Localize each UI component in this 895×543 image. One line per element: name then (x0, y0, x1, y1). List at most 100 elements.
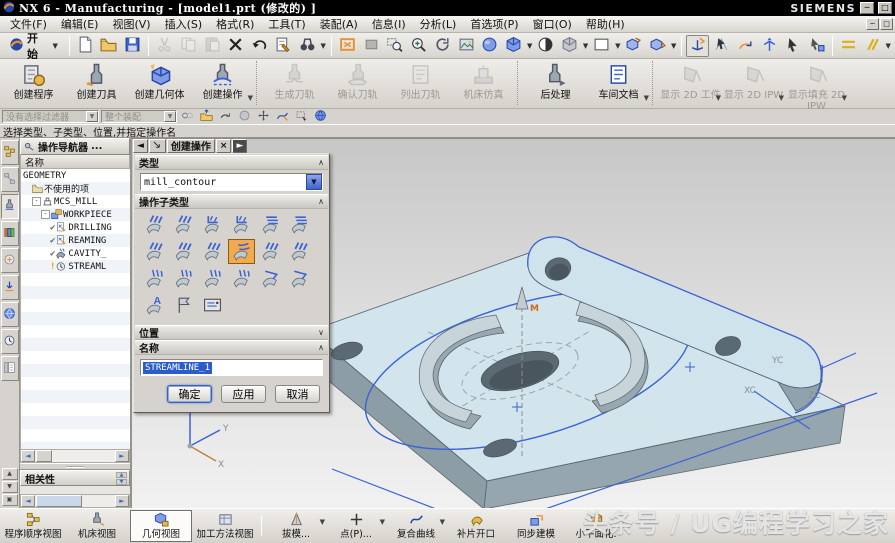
tree-row[interactable]: -WORKPIECE (21, 208, 130, 221)
save-button[interactable] (121, 35, 144, 57)
navigator-column-header[interactable]: 名称 (20, 155, 130, 169)
document-minimize-button[interactable]: ─ (866, 18, 879, 30)
navigator-hscrollbar[interactable]: ◄ ► (20, 449, 130, 463)
constraint-navigator-tab[interactable] (1, 167, 19, 192)
scroll-up-icon[interactable]: ▲ (2, 468, 18, 480)
flowcut-ref-subtype-button[interactable] (199, 266, 226, 291)
maximize-button[interactable]: □ (878, 2, 892, 14)
open-folder-button[interactable] (98, 35, 121, 57)
cursor-select-button[interactable] (781, 35, 804, 57)
expand-icon[interactable]: ∨ (318, 328, 324, 337)
shop-documentation-button[interactable]: 车间文档▼ (587, 60, 650, 107)
draft-button[interactable]: 拔模...▼ (267, 510, 325, 542)
zlevel-corner-subtype-button[interactable] (286, 212, 313, 237)
ok-button[interactable]: 确定 (167, 385, 212, 403)
scroll-end-icon[interactable]: ▣ (2, 494, 18, 506)
dropdown-caret-icon[interactable]: ▼ (440, 517, 445, 527)
scroll-thumb[interactable] (36, 450, 52, 462)
operation-type-combo[interactable]: mill_contour ▼ (140, 173, 323, 191)
window-cube-b-button[interactable] (646, 35, 669, 57)
program-order-view-button[interactable]: 程序顺序视图 (2, 510, 64, 542)
combo-dropdown-icon[interactable]: ▼ (306, 174, 322, 190)
postprocess-button[interactable]: 后处理 (524, 60, 587, 107)
create-tool-button[interactable]: 创建刀具 (65, 60, 128, 107)
gray-cube-button[interactable] (558, 35, 581, 57)
dir-steep-subtype-button[interactable] (286, 239, 313, 264)
non-steep-subtype-button[interactable] (257, 239, 284, 264)
dropdown-caret-icon[interactable]: ▼ (320, 517, 325, 527)
snap-handle-button[interactable] (710, 35, 733, 57)
hd3d-tool-tab[interactable] (1, 248, 19, 273)
contour-area-subtype-button[interactable] (170, 239, 197, 264)
flowcut-multi-subtype-button[interactable] (170, 266, 197, 291)
scroll-left-icon[interactable]: ◄ (21, 450, 35, 462)
new-file-button[interactable] (74, 35, 97, 57)
dropdown-caret-icon[interactable]: ▼ (582, 42, 589, 50)
corner-rough-subtype-button[interactable] (199, 212, 226, 237)
dropdown-caret-icon[interactable]: ▼ (779, 93, 784, 104)
menu-format[interactable]: 格式(R) (209, 15, 261, 33)
dialog-title[interactable]: 创建操作 (167, 139, 215, 153)
menu-help[interactable]: 帮助(H) (579, 15, 632, 33)
mill-control-subtype-button[interactable] (199, 293, 226, 318)
geometry-view-button[interactable]: 几何视图 (130, 510, 192, 542)
shaded-cube-button[interactable] (502, 35, 525, 57)
zoom-inout-button[interactable] (407, 35, 430, 57)
expand-up-icon[interactable]: ▲ (116, 472, 127, 478)
subtype-section-header[interactable]: 操作子类型 ∧ (135, 194, 328, 209)
half-section-button[interactable] (534, 35, 557, 57)
minimize-button[interactable]: ─ (860, 2, 874, 14)
dialog-forward-button[interactable]: ► (232, 139, 247, 153)
history-tab[interactable] (1, 329, 19, 354)
gray-ball-button[interactable] (236, 110, 253, 124)
tree-row[interactable]: ✔REAMING (21, 234, 130, 247)
apply-button[interactable]: 应用 (221, 385, 266, 403)
snap-orient-button[interactable] (686, 35, 709, 57)
snap-circles-button[interactable] (179, 110, 196, 124)
dropdown-caret-icon[interactable]: ▼ (380, 517, 385, 527)
type-section-header[interactable]: 类型 ∧ (135, 155, 328, 170)
folder-up-button[interactable] (198, 110, 215, 124)
contour-text-subtype-button[interactable]: A (141, 293, 168, 318)
shaded-sphere-button[interactable] (478, 35, 501, 57)
surface-area-subtype-button[interactable] (199, 239, 226, 264)
create-geometry-button[interactable]: 创建几何体 (128, 60, 191, 107)
profile-3d-subtype-button[interactable] (257, 266, 284, 291)
point-button[interactable]: 点(P)...▼ (327, 510, 385, 542)
cancel-button[interactable]: 取消 (275, 385, 320, 403)
collapse-icon[interactable]: ∧ (318, 343, 324, 352)
cursor-snap-button[interactable] (805, 35, 828, 57)
dropdown-caret-icon[interactable]: ▼ (885, 42, 892, 50)
machine-tool-view-button[interactable]: 机床视图 (66, 510, 128, 542)
download-tool-tab[interactable] (1, 275, 19, 300)
patch-opening-button[interactable]: 补片开口 (447, 510, 505, 542)
method-view-button[interactable]: 加工方法视图 (194, 510, 256, 542)
tree-expander-icon[interactable]: - (32, 197, 41, 206)
tree-row[interactable]: !STREAML (21, 260, 130, 273)
fixed-contour-subtype-button[interactable] (141, 239, 168, 264)
menu-view[interactable]: 视图(V) (105, 15, 157, 33)
operation-name-input[interactable]: STREAMLINE_1 (140, 359, 323, 376)
scroll-right-icon[interactable]: ► (115, 495, 129, 507)
diagonal-lines-button[interactable] (861, 35, 884, 57)
dropdown-caret-icon[interactable]: ▼ (319, 42, 326, 50)
earth-blue-button[interactable] (312, 110, 329, 124)
collapse-icon[interactable]: ∧ (318, 197, 324, 206)
drag-arrows-button[interactable] (255, 110, 272, 124)
zoom-window-button[interactable] (383, 35, 406, 57)
create-operation-button[interactable]: 创建操作▼ (191, 60, 254, 107)
location-section-header[interactable]: 位置 ∨ (135, 325, 328, 340)
tree-row[interactable]: ✔CAVITY_ (21, 247, 130, 260)
dialog-drag-icon[interactable] (149, 139, 166, 153)
document-restore-button[interactable]: □ (880, 18, 893, 30)
expand-down-icon[interactable]: ▼ (116, 479, 127, 485)
menu-assemblies[interactable]: 装配(A) (313, 15, 365, 33)
dropdown-caret-icon[interactable]: ▼ (248, 93, 253, 104)
scroll-thumb[interactable] (36, 495, 82, 507)
web-browser-tab[interactable] (1, 302, 19, 327)
measure-lines-button[interactable] (837, 35, 860, 57)
dialog-close-button[interactable]: × (216, 139, 232, 153)
menu-preferences[interactable]: 首选项(P) (463, 15, 525, 33)
zlevel-profile-subtype-button[interactable] (257, 212, 284, 237)
operation-navigator-tab[interactable] (1, 194, 19, 219)
